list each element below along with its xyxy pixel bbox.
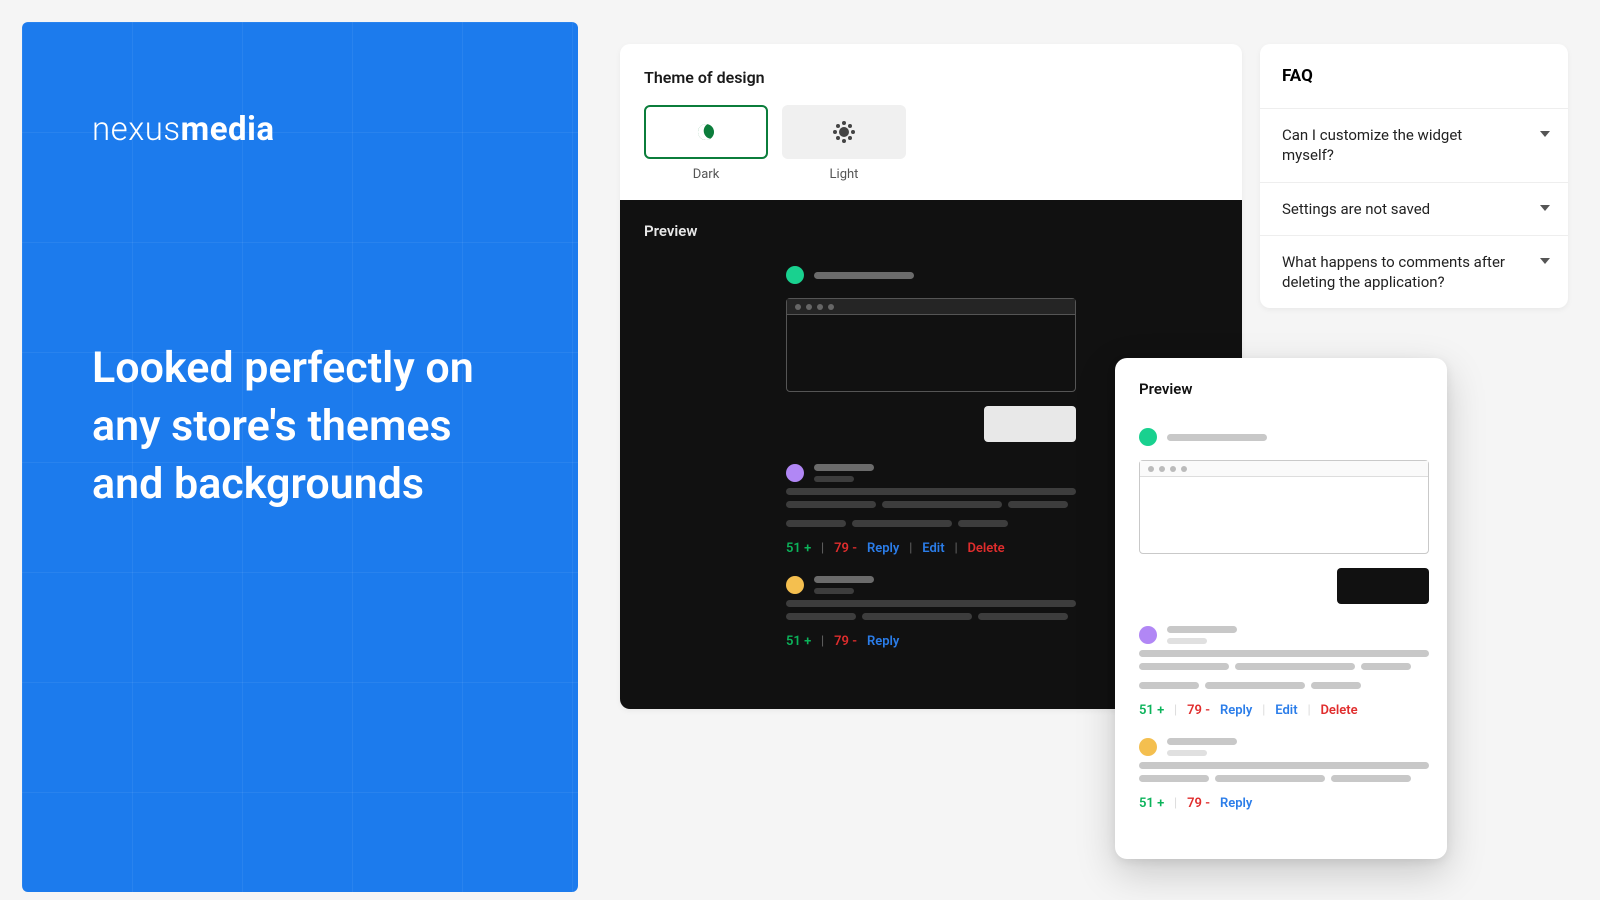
downvote[interactable]: 79 - [834,634,857,649]
brand-light: nexus [92,110,181,149]
comment: 51 + | 79 - Reply [786,576,1076,649]
send-button[interactable] [984,406,1076,442]
comment: 51 + | 79 - Reply [1139,738,1429,811]
avatar [1139,626,1157,644]
theme-option-dark[interactable]: Dark [644,105,768,182]
banner-headline: Looked perfectly on any store's themes a… [92,339,508,513]
preview-title-light: Preview [1139,380,1423,398]
reply-link[interactable]: Reply [1220,796,1252,811]
comment: 51 + | 79 - Reply | Edit | Delete [1139,626,1429,718]
chevron-down-icon [1540,205,1550,211]
preview-light-floating: Preview 51 + [1115,358,1447,859]
theme-options: Dark Light [644,105,1218,182]
brand-bold: media [181,110,275,149]
mock-editor [786,298,1076,392]
chevron-down-icon [1540,131,1550,137]
upvote[interactable]: 51 + [1139,703,1164,718]
faq-item[interactable]: Can I customize the widget myself? [1260,108,1568,182]
avatar [786,266,804,284]
edit-link[interactable]: Edit [922,541,944,556]
upvote[interactable]: 51 + [786,541,811,556]
theme-title: Theme of design [644,68,1218,87]
faq-question: Can I customize the widget myself? [1282,125,1512,166]
sun-icon [839,127,849,137]
mock-editor [1139,460,1429,554]
downvote[interactable]: 79 - [834,541,857,556]
faq-title: FAQ [1260,44,1568,108]
avatar [786,464,804,482]
edit-link[interactable]: Edit [1275,703,1297,718]
moon-icon [696,122,717,143]
theme-light-label: Light [782,167,906,182]
reply-link[interactable]: Reply [867,634,899,649]
faq-item[interactable]: Settings are not saved [1260,182,1568,235]
downvote[interactable]: 79 - [1187,796,1210,811]
theme-dark-label: Dark [644,167,768,182]
brand-logo: nexusmedia [92,110,508,149]
faq-panel: FAQ Can I customize the widget myself? S… [1260,44,1568,308]
avatar [1139,428,1157,446]
chevron-down-icon [1540,258,1550,264]
promo-banner: nexusmedia Looked perfectly on any store… [22,22,578,892]
placeholder-line [1167,434,1267,441]
faq-question: Settings are not saved [1282,199,1430,219]
theme-option-light[interactable]: Light [782,105,906,182]
avatar [786,576,804,594]
upvote[interactable]: 51 + [786,634,811,649]
comment: 51 + | 79 - Reply | Edit | Delete [786,464,1076,556]
faq-item[interactable]: What happens to comments after deleting … [1260,235,1568,309]
preview-title-dark: Preview [644,222,1218,240]
placeholder-line [814,272,914,279]
delete-link[interactable]: Delete [967,541,1004,556]
downvote[interactable]: 79 - [1187,703,1210,718]
delete-link[interactable]: Delete [1320,703,1357,718]
faq-question: What happens to comments after deleting … [1282,252,1512,293]
reply-link[interactable]: Reply [1220,703,1252,718]
send-button[interactable] [1337,568,1429,604]
avatar [1139,738,1157,756]
upvote[interactable]: 51 + [1139,796,1164,811]
reply-link[interactable]: Reply [867,541,899,556]
